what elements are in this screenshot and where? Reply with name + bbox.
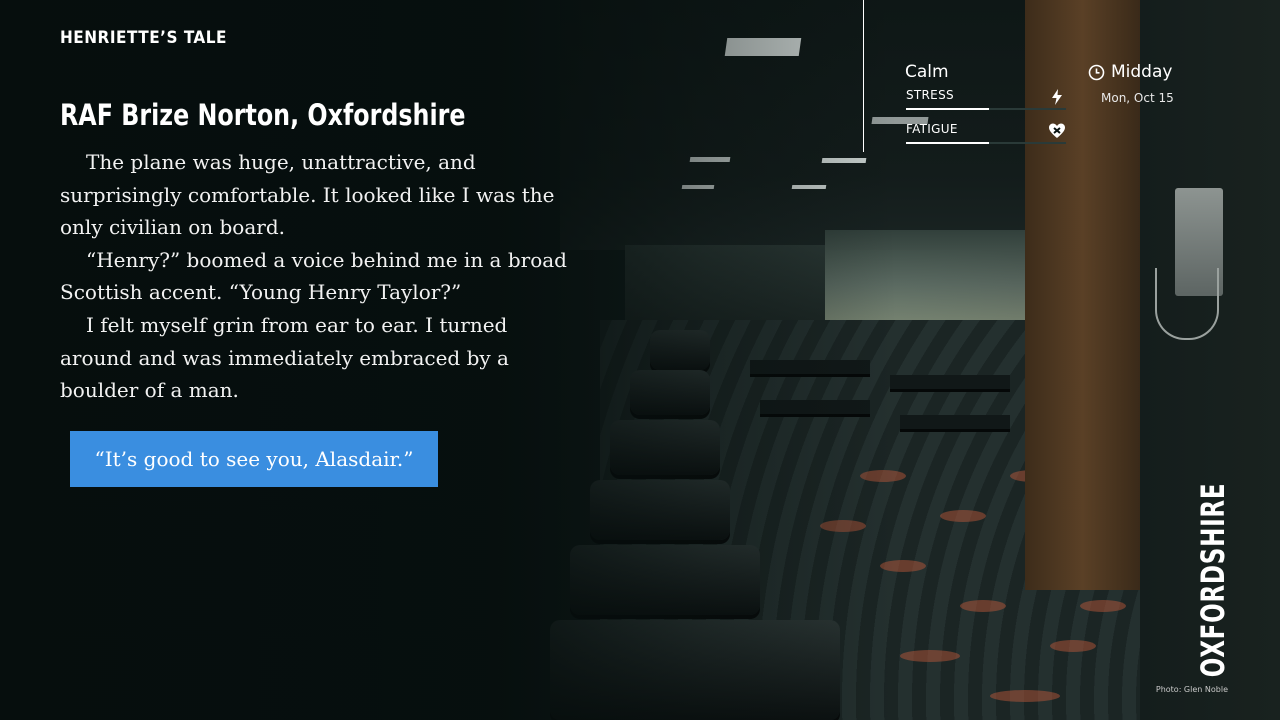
heart-bandage-icon bbox=[1049, 123, 1065, 138]
story-text: The plane was huge, unattractive, and su… bbox=[60, 146, 580, 407]
game-title: HENRIETTE’S TALE bbox=[60, 28, 227, 48]
dialogue-choice-button[interactable]: “It’s good to see you, Alasdair.” bbox=[70, 431, 438, 487]
location-heading: RAF Brize Norton, Oxfordshire bbox=[60, 98, 466, 132]
status-divider bbox=[863, 0, 864, 152]
fatigue-fill bbox=[906, 142, 990, 144]
fatigue-meter: FATIGUE bbox=[906, 122, 1066, 144]
vertical-location-label: OXFORDSHIRE bbox=[1194, 445, 1232, 715]
story-paragraph: I felt myself grin from ear to ear. I tu… bbox=[60, 312, 509, 403]
time-label: Midday bbox=[1111, 62, 1173, 82]
date-label: Mon, Oct 15 bbox=[1101, 91, 1174, 105]
fatigue-label: FATIGUE bbox=[906, 122, 958, 136]
story-paragraph: “Henry?” boomed a voice behind me in a b… bbox=[60, 247, 567, 305]
time-of-day: Midday bbox=[1088, 62, 1172, 82]
stress-label: STRESS bbox=[906, 88, 954, 102]
stress-fill bbox=[906, 108, 990, 110]
lightning-icon bbox=[1052, 89, 1062, 105]
mood-label: Calm bbox=[905, 62, 949, 82]
vertical-location-text: OXFORDSHIRE bbox=[1194, 482, 1232, 678]
story-paragraph: The plane was huge, unattractive, and su… bbox=[60, 150, 555, 240]
photo-credit: Photo: Glen Noble bbox=[1155, 685, 1228, 694]
clock-icon bbox=[1088, 64, 1105, 80]
stress-meter: STRESS bbox=[906, 88, 1066, 110]
